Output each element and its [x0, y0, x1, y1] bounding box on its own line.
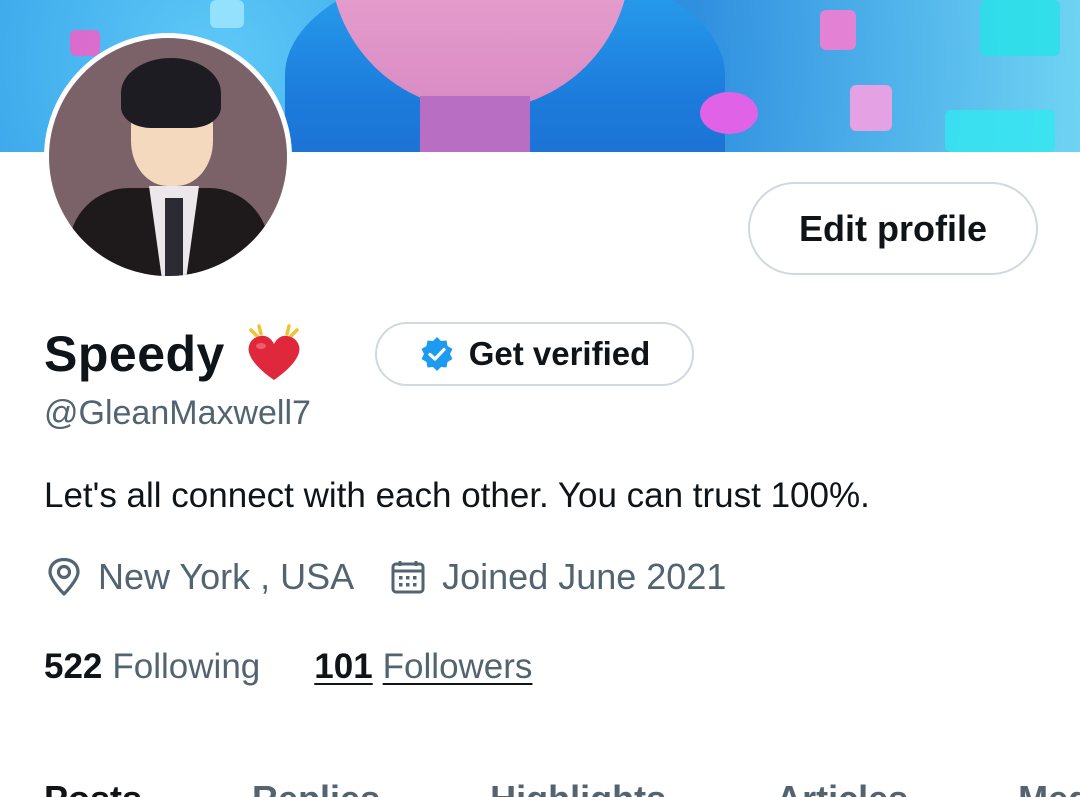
followers-label: Followers	[382, 647, 533, 686]
followers-count: 101	[314, 647, 373, 686]
tab-highlights[interactable]: Highlights	[490, 778, 666, 797]
following-link[interactable]: 522 Following	[44, 647, 260, 687]
avatar[interactable]	[44, 33, 292, 281]
tab-articles[interactable]: Articles	[776, 778, 908, 797]
following-label: Following	[112, 647, 261, 686]
calendar-icon	[391, 561, 425, 594]
avatar-hair	[121, 58, 221, 128]
beating-heart-emoji-icon	[241, 322, 307, 386]
joined-text: Joined June 2021	[442, 556, 727, 597]
avatar-tie	[165, 198, 183, 276]
followers-link[interactable]: 101 Followers	[314, 647, 532, 687]
get-verified-button[interactable]: Get verified	[375, 322, 694, 386]
profile-meta: New York , USA Joined June 2021	[46, 556, 726, 598]
location-pin-icon	[48, 557, 80, 596]
profile-tabs: Posts Replies Highlights Articles Media	[44, 778, 1080, 797]
profile-bio: Let's all connect with each other. You c…	[44, 476, 870, 515]
banner-decoration	[210, 0, 244, 28]
tab-replies[interactable]: Replies	[252, 778, 380, 797]
banner-decoration	[70, 30, 100, 56]
follow-stats: 522 Following 101 Followers	[44, 647, 532, 687]
banner-decoration	[980, 0, 1060, 56]
joined-item: Joined June 2021	[390, 556, 726, 598]
banner-decoration	[850, 85, 892, 131]
user-handle: @GleanMaxwell7	[44, 394, 311, 432]
display-name-row: Speedy	[44, 322, 307, 386]
banner-decoration	[820, 10, 856, 50]
tab-posts[interactable]: Posts	[44, 778, 142, 797]
banner-decoration	[700, 92, 758, 134]
get-verified-label: Get verified	[468, 335, 651, 372]
location-text: New York , USA	[98, 556, 355, 597]
banner-character-neck	[420, 96, 530, 152]
display-name: Speedy	[44, 326, 225, 382]
verified-badge-icon	[421, 337, 453, 371]
following-count: 522	[44, 647, 103, 686]
avatar-image	[49, 38, 287, 276]
banner-decoration	[945, 110, 1055, 152]
edit-profile-button[interactable]: Edit profile	[748, 182, 1038, 275]
location-item: New York , USA	[46, 556, 354, 598]
tab-media[interactable]: Media	[1018, 778, 1080, 797]
